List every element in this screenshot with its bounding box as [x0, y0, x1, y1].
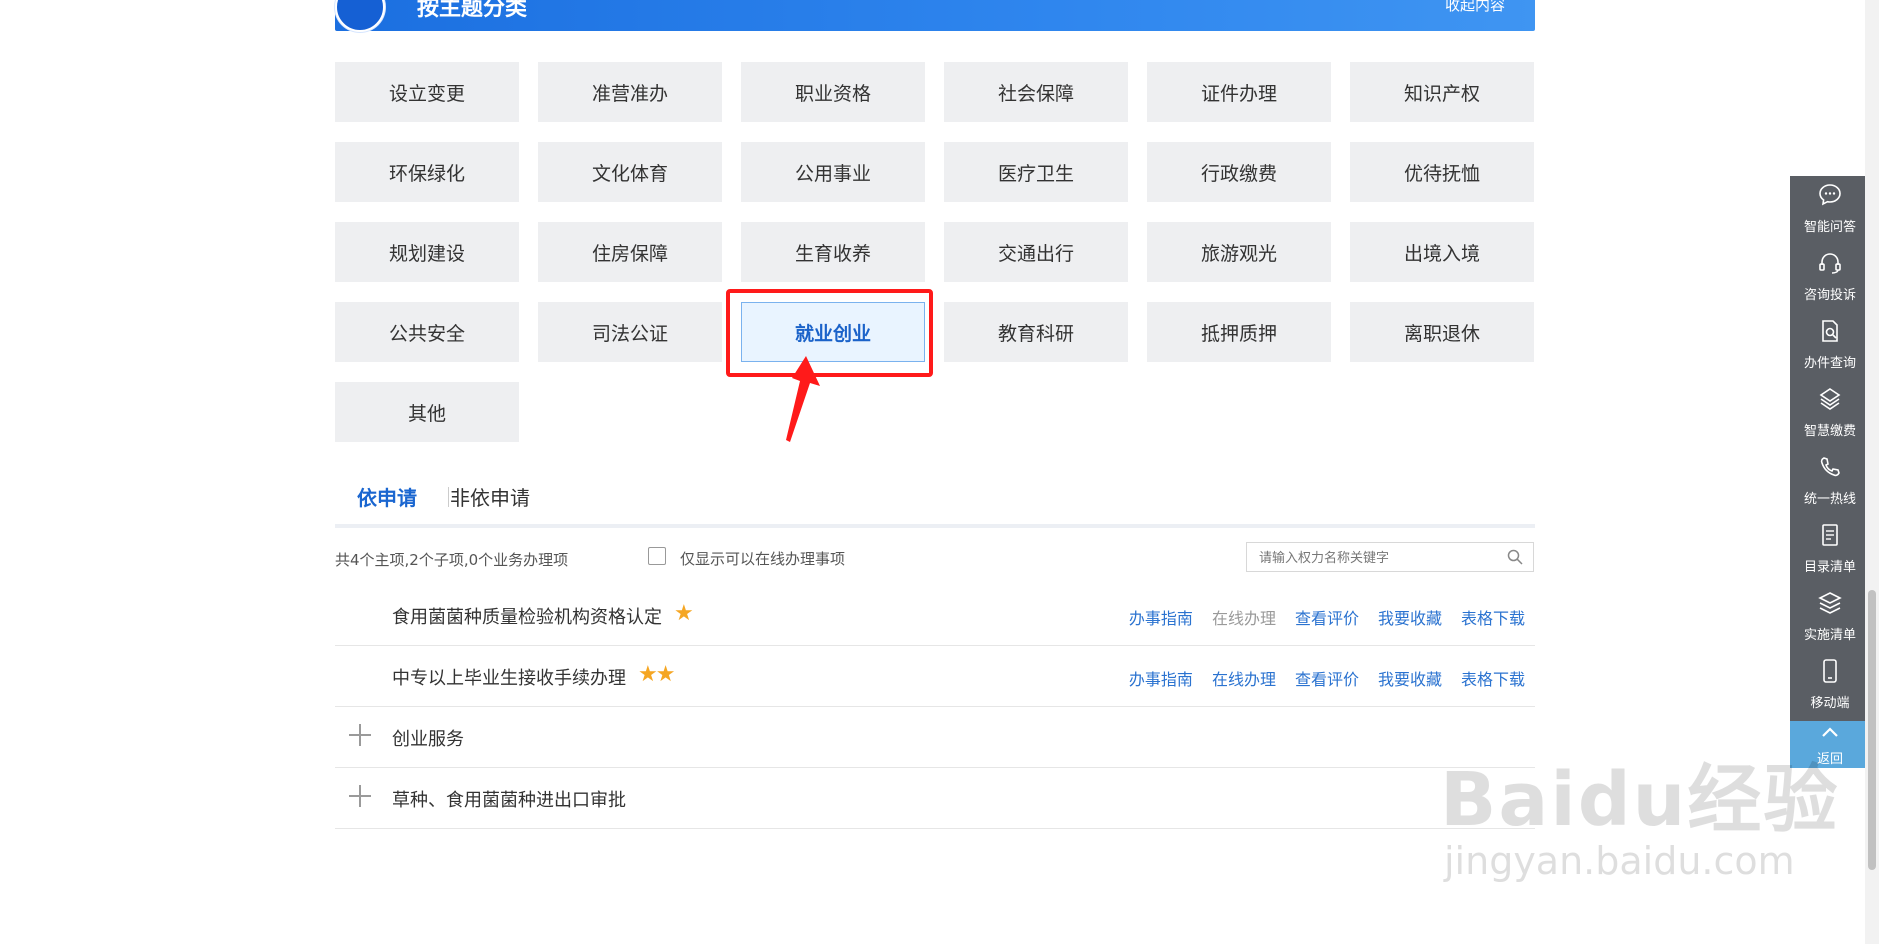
favorite-link[interactable]: 我要收藏 [1378, 609, 1442, 628]
online-only-checkbox[interactable] [648, 547, 666, 565]
sidebar-label: 移动端 [1810, 696, 1850, 711]
guide-link[interactable]: 办事指南 [1129, 609, 1193, 628]
category-button[interactable]: 优待抚恤 [1350, 142, 1534, 202]
sidebar-label: 统一热线 [1803, 492, 1856, 507]
expand-plus-icon[interactable] [349, 724, 371, 746]
summary-text: 共4个主项,2个子项,0个业务办理项 [335, 551, 569, 569]
application-tabs: 依申请 非依申请 [335, 478, 1535, 528]
item-actions: 办事指南 在线办理 查看评价 我要收藏 表格下载 [1110, 666, 1525, 690]
sidebar-item-mobile[interactable]: 移动端 [1790, 652, 1870, 720]
category-button[interactable]: 医疗卫生 [944, 142, 1128, 202]
category-button[interactable]: 离职退休 [1350, 302, 1534, 362]
phone-icon [1820, 457, 1840, 477]
category-button[interactable]: 抵押质押 [1147, 302, 1331, 362]
mobile-icon [1823, 659, 1837, 683]
category-button[interactable]: 设立变更 [335, 62, 519, 122]
table-row: 中专以上毕业生接收手续办理 ★★ 办事指南 在线办理 查看评价 我要收藏 表格下载 [335, 646, 1535, 707]
category-button[interactable]: 知识产权 [1350, 62, 1534, 122]
category-button[interactable]: 证件办理 [1147, 62, 1331, 122]
category-button[interactable]: 行政缴费 [1147, 142, 1331, 202]
chat-bubble-icon [1819, 184, 1841, 206]
list-document-icon [1822, 524, 1838, 546]
highlight-annotation-box [726, 289, 933, 377]
tab-divider [448, 487, 449, 507]
view-rating-link[interactable]: 查看评价 [1295, 609, 1359, 628]
form-download-link[interactable]: 表格下载 [1461, 670, 1525, 689]
category-button[interactable]: 公共安全 [335, 302, 519, 362]
sidebar-item-consult[interactable]: 咨询投诉 [1790, 244, 1870, 312]
tab-apply[interactable]: 依申请 [357, 482, 417, 511]
sidebar-label: 办件查询 [1803, 356, 1856, 371]
table-row: 食用菌菌种质量检验机构资格认定 ★ 办事指南 在线办理 查看评价 我要收藏 表格下载 [335, 585, 1535, 646]
view-rating-link[interactable]: 查看评价 [1295, 670, 1359, 689]
group-title[interactable]: 创业服务 [392, 725, 464, 751]
group-title[interactable]: 草种、食用菌菌种进出口审批 [392, 786, 626, 812]
watermark-main: Baidu经验 [1440, 757, 1840, 843]
item-actions: 办事指南 在线办理 查看评价 我要收藏 表格下载 [1110, 605, 1525, 629]
category-button[interactable]: 其他 [335, 382, 519, 442]
layers-icon [1818, 592, 1842, 614]
collapse-link[interactable]: 收起内容 [1445, 0, 1505, 15]
guide-link[interactable]: 办事指南 [1129, 670, 1193, 689]
category-button[interactable]: 环保绿化 [335, 142, 519, 202]
star-rating-icon: ★★ [638, 662, 675, 687]
search-icon[interactable] [1507, 549, 1523, 565]
scrollbar-thumb[interactable] [1868, 590, 1876, 870]
page-scrollbar[interactable] [1865, 0, 1879, 944]
sidebar-item-payment[interactable]: 智慧缴费 [1790, 380, 1870, 448]
search-input[interactable] [1257, 544, 1501, 572]
floating-sidebar: 智能问答 咨询投诉 办件查询 智慧缴费 统一热线 目录清单 实施清单 移动端 返… [1790, 176, 1870, 768]
category-button[interactable]: 教育科研 [944, 302, 1128, 362]
tab-non-apply[interactable]: 非依申请 [450, 482, 530, 511]
category-button[interactable]: 规划建设 [335, 222, 519, 282]
form-download-link[interactable]: 表格下载 [1461, 609, 1525, 628]
category-button[interactable]: 准营准办 [538, 62, 722, 122]
online-apply-link[interactable]: 在线办理 [1212, 670, 1276, 689]
sidebar-label: 智慧缴费 [1803, 424, 1856, 439]
sidebar-label: 智能问答 [1803, 220, 1856, 235]
item-title[interactable]: 中专以上毕业生接收手续办理 [392, 664, 626, 690]
sidebar-item-case-query[interactable]: 办件查询 [1790, 312, 1870, 380]
chart-icon [335, 0, 385, 32]
sidebar-item-hotline[interactable]: 统一热线 [1790, 448, 1870, 516]
favorite-link[interactable]: 我要收藏 [1378, 670, 1442, 689]
category-button[interactable]: 住房保障 [538, 222, 722, 282]
group-row[interactable]: 创业服务 [335, 707, 1535, 768]
item-title[interactable]: 食用菌菌种质量检验机构资格认定 [392, 603, 662, 629]
payment-icon [1819, 388, 1841, 410]
category-button[interactable]: 公用事业 [741, 142, 925, 202]
annotation-arrow-icon [786, 356, 820, 442]
category-button[interactable]: 生育收养 [741, 222, 925, 282]
expand-plus-icon[interactable] [349, 785, 371, 807]
category-button[interactable]: 社会保障 [944, 62, 1128, 122]
online-only-label: 仅显示可以在线办理事项 [680, 550, 846, 568]
category-button[interactable]: 交通出行 [944, 222, 1128, 282]
sidebar-label: 咨询投诉 [1803, 288, 1856, 303]
document-search-icon [1822, 320, 1838, 342]
sidebar-label: 实施清单 [1803, 628, 1856, 643]
sidebar-label: 目录清单 [1803, 560, 1856, 575]
banner-title: 按主题分类 [417, 0, 528, 21]
headset-icon [1819, 253, 1841, 274]
category-button[interactable]: 旅游观光 [1147, 222, 1331, 282]
baidu-watermark: Baidu经验 jingyan.baidu.com [1440, 740, 1839, 883]
chevron-up-icon [1822, 727, 1838, 737]
watermark-sub: jingyan.baidu.com [1444, 839, 1795, 883]
star-rating-icon: ★ [674, 601, 694, 626]
sidebar-item-implementation[interactable]: 实施清单 [1790, 584, 1870, 652]
sidebar-item-smart-qa[interactable]: 智能问答 [1790, 176, 1870, 244]
category-banner: 按主题分类 收起内容 [335, 0, 1535, 32]
category-button[interactable]: 出境入境 [1350, 222, 1534, 282]
category-button[interactable]: 职业资格 [741, 62, 925, 122]
group-row[interactable]: 草种、食用菌菌种进出口审批 [335, 768, 1535, 829]
sidebar-item-catalog[interactable]: 目录清单 [1790, 516, 1870, 584]
category-button[interactable]: 文化体育 [538, 142, 722, 202]
online-apply-link: 在线办理 [1211, 609, 1276, 628]
category-button[interactable]: 司法公证 [538, 302, 722, 362]
search-box [1246, 542, 1534, 572]
